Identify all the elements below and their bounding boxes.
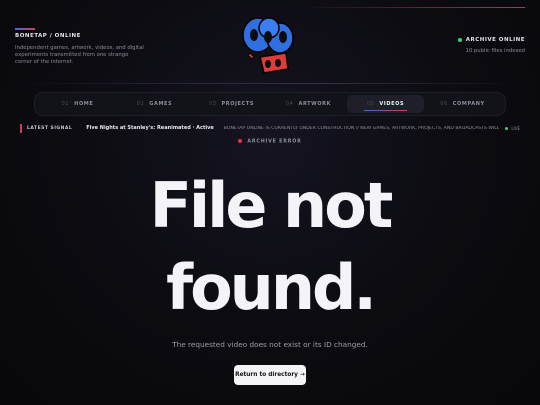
- live-indicator: LIVE: [505, 126, 520, 131]
- ticker-accent-bar: [20, 123, 22, 133]
- nav-item-home[interactable]: 01 HOME: [39, 95, 116, 113]
- nav-item-projects[interactable]: 03 PROJECTS: [193, 95, 270, 113]
- signal-ticker: LATEST SIGNAL Five Nights at Stanley's: …: [20, 123, 520, 133]
- live-dot: [505, 127, 509, 130]
- brand-name: BONETAP / ONLINE: [15, 33, 81, 39]
- archive-status-block: ARCHIVE ONLINE 10 public files indexed: [457, 37, 525, 54]
- brand-block: BONETAP / ONLINE Independent games, artw…: [15, 28, 145, 66]
- archive-status-text: ARCHIVE ONLINE: [465, 37, 525, 43]
- main-nav: 01 HOME 02 GAMES 03 PROJECTS 04 ARTWORK 05 VI…: [34, 92, 506, 116]
- online-status-dot: [457, 37, 462, 42]
- nav-item-videos[interactable]: 05 VIDEOS: [347, 95, 424, 113]
- headline-line-2: found.: [166, 251, 377, 324]
- top-accent-line: [300, 7, 525, 8]
- nav-item-games[interactable]: 02 GAMES: [116, 95, 193, 113]
- nav-item-company[interactable]: 06 COMPANY: [424, 95, 501, 113]
- archive-error-tag: ARCHIVE ERROR: [0, 139, 540, 145]
- ticker-game-link[interactable]: Five Nights at Stanley's: Reanimated · A…: [86, 125, 214, 131]
- ticker-message: BONETAP ONLINE IS CURRENTLY UNDER CONSTR…: [223, 125, 500, 131]
- bonetap-logo[interactable]: [238, 13, 302, 77]
- headline-line-1: File not: [149, 169, 394, 242]
- brand-tagline: Independent games, artwork, videos, and …: [15, 45, 144, 65]
- error-dot: [238, 139, 243, 143]
- error-headline: File not found.: [0, 165, 540, 329]
- header-divider: [15, 83, 525, 84]
- ticker-label: LATEST SIGNAL: [27, 125, 73, 131]
- archive-file-count: 10 public files indexed: [465, 48, 525, 54]
- error-message: The requested video does not exist or it…: [172, 340, 368, 349]
- nav-item-artwork[interactable]: 04 ARTWORK: [270, 95, 347, 113]
- return-to-directory-button[interactable]: Return to directory →: [234, 365, 306, 385]
- brand-accent-bar: [15, 28, 35, 30]
